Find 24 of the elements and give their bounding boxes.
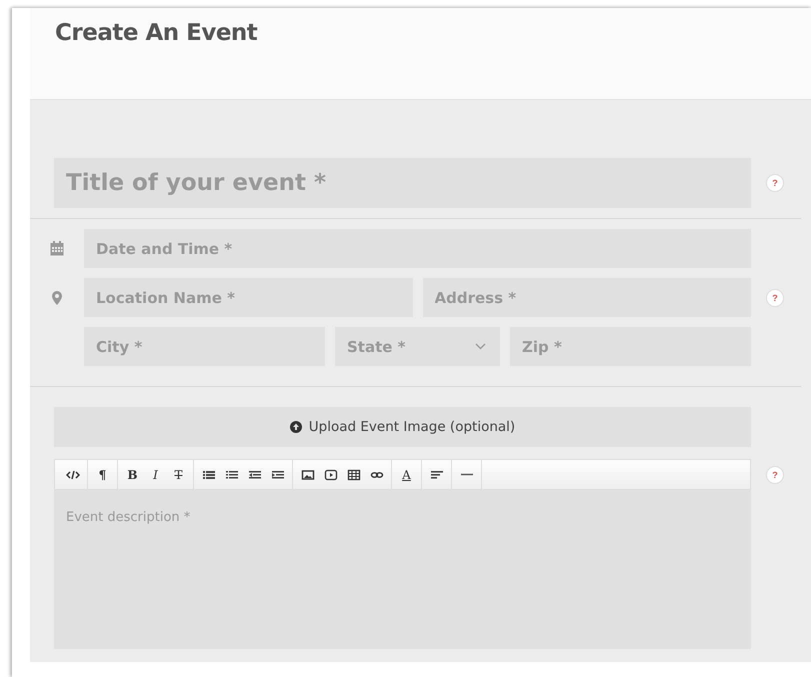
location-name-field[interactable]: Location Name * bbox=[84, 278, 412, 317]
text-color-button[interactable]: A bbox=[395, 462, 418, 486]
chevron-down-icon bbox=[475, 343, 486, 350]
help-button[interactable]: ? bbox=[766, 288, 784, 306]
horizontal-rule-icon bbox=[460, 473, 474, 476]
help-button[interactable]: ? bbox=[766, 174, 784, 192]
page-title: Create An Event bbox=[55, 20, 258, 46]
address-field[interactable]: Address * bbox=[422, 278, 751, 317]
text-field[interactable]: City * bbox=[84, 327, 325, 366]
title-field[interactable]: Title of your event * bbox=[54, 158, 751, 208]
date-time-field[interactable]: Date and Time * bbox=[84, 229, 751, 268]
table-icon bbox=[346, 468, 360, 482]
video-icon bbox=[324, 468, 338, 482]
text-field[interactable]: Zip * bbox=[510, 327, 751, 366]
strikethrough-button[interactable]: T bbox=[167, 462, 190, 486]
help-button[interactable]: ? bbox=[766, 466, 784, 484]
italic-button[interactable]: I bbox=[144, 462, 167, 486]
paragraph-button[interactable]: ¶ bbox=[91, 462, 114, 486]
calendar-icon bbox=[50, 241, 64, 256]
upload-icon bbox=[290, 421, 302, 433]
bold-button[interactable]: B bbox=[121, 462, 144, 486]
image-icon bbox=[300, 468, 314, 482]
map-pin-icon bbox=[52, 290, 62, 304]
upload-image-button[interactable]: Upload Event Image (optional) bbox=[54, 407, 751, 447]
